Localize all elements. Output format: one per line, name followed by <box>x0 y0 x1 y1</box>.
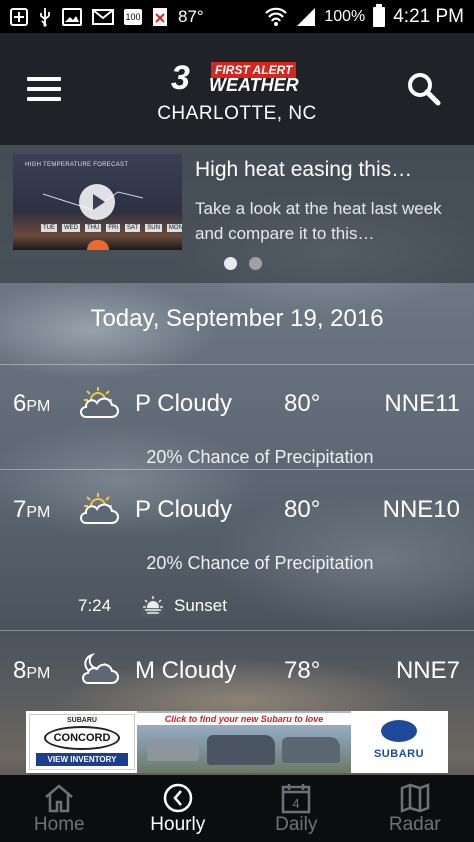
cloudy-moon-icon <box>82 653 119 684</box>
sunset-time: 7:24 <box>78 596 112 615</box>
thumbnail-day-label: TUE <box>41 224 57 232</box>
hour-row-7pm[interactable]: 7PM P Cloudy 80° NNE10 20% Chance of Pre… <box>0 469 474 631</box>
tab-home[interactable]: Home <box>0 775 119 842</box>
view-inventory-button[interactable]: VIEW INVENTORY <box>36 753 128 766</box>
thumbnail-days: TUE WED THU FRI SAT SUN MON <box>41 224 182 232</box>
dealer-logo: SUBARU CONCORD VIEW INVENTORY <box>29 714 135 770</box>
status-bar: 100 87° 100% 4:21 PM <box>0 0 474 33</box>
tab-hourly[interactable]: Hourly <box>119 775 238 842</box>
thumbnail-day-label: SAT <box>125 224 141 232</box>
wifi-icon <box>264 7 288 27</box>
carousel-dot[interactable] <box>249 257 262 270</box>
hour-row-8pm[interactable]: 8PM M Cloudy 78° NNE7 <box>0 630 474 711</box>
featured-story[interactable]: HIGH TEMPERATURE FORECAST TUE WED THU FRI SA… <box>0 145 474 283</box>
bottom-navigation: Home Hourly 4 Daily Radar <box>0 775 474 842</box>
thumbnail-day-label: MON <box>166 224 182 232</box>
thumbnail-day-label: SUN <box>145 224 162 232</box>
thumbnail-day-label: WED <box>62 224 80 232</box>
notification-count-icon: 100 <box>124 8 142 25</box>
mail-icon <box>92 8 114 25</box>
ad-car-photo: Click to find your new Subaru to love <box>137 711 351 773</box>
search-button[interactable] <box>406 71 442 107</box>
status-temperature: 87° <box>178 6 204 26</box>
subaru-star-icon <box>381 720 417 742</box>
temperature-text: 80° <box>284 496 321 523</box>
hour-label: 8PM <box>13 657 51 684</box>
precipitation-text: 20% Chance of Precipitation <box>146 553 374 573</box>
app-header: 3 FIRST ALERT WEATHER CHARLOTTE, NC <box>0 33 474 145</box>
missed-alert-icon <box>152 7 168 27</box>
partly-cloudy-sun-icon <box>80 387 119 418</box>
wind-text: NNE10 <box>382 496 460 523</box>
sunset-icon <box>142 596 164 617</box>
usb-icon <box>38 7 52 27</box>
date-heading: Today, September 19, 2016 <box>90 305 384 332</box>
condition-text: P Cloudy <box>135 390 232 417</box>
tab-radar[interactable]: Radar <box>356 775 474 842</box>
image-icon <box>62 7 82 26</box>
wind-text: NNE7 <box>395 657 460 684</box>
thumbnail-day-label: THU <box>85 224 102 232</box>
story-summary: Take a look at the heat last week and co… <box>195 199 442 243</box>
hour-row-6pm[interactable]: 6PM P Cloudy 80° NNE11 20% Chance of Pre… <box>0 364 474 470</box>
play-icon[interactable] <box>79 184 115 220</box>
temperature-text: 78° <box>284 657 321 684</box>
car-image <box>282 737 340 763</box>
car-image <box>147 739 199 761</box>
search-icon <box>408 73 441 106</box>
carousel-dot[interactable] <box>224 257 237 270</box>
svg-text:4: 4 <box>293 796 300 811</box>
logo-weather: WEATHER <box>209 75 299 95</box>
thumbnail-day-label: FRI <box>106 224 121 232</box>
menu-icon <box>27 77 61 81</box>
precipitation-text: 20% Chance of Precipitation <box>146 447 374 467</box>
wind-text: NNE11 <box>384 390 460 417</box>
calendar-icon: 4 <box>282 784 311 814</box>
logo-number: 3 <box>171 59 190 97</box>
clock-icon <box>163 783 192 813</box>
tab-daily[interactable]: 4 Daily <box>237 775 356 842</box>
partly-cloudy-sun-icon <box>80 493 119 524</box>
battery-icon <box>373 3 386 27</box>
menu-button[interactable] <box>27 77 61 101</box>
ad-banner[interactable]: SUBARU CONCORD VIEW INVENTORY Click to f… <box>26 711 448 773</box>
map-icon <box>400 783 429 813</box>
status-time: 4:21 PM <box>393 5 464 27</box>
story-title[interactable]: High heat easing this… <box>195 158 412 182</box>
subaru-logo: SUBARU <box>353 714 445 770</box>
hour-label: 7PM <box>13 496 51 523</box>
location-label: CHARLOTTE, NC <box>157 103 317 124</box>
ad-headline: Click to find your new Subaru to love <box>137 713 351 725</box>
condition-text: P Cloudy <box>135 496 232 523</box>
home-icon <box>45 784 74 813</box>
battery-percent: 100% <box>324 7 366 25</box>
sunset-label: Sunset <box>174 596 227 615</box>
condition-text: M Cloudy <box>135 657 237 684</box>
add-icon <box>10 7 28 26</box>
signal-icon <box>296 7 316 27</box>
temperature-text: 80° <box>284 390 321 417</box>
story-video-thumbnail[interactable]: HIGH TEMPERATURE FORECAST TUE WED THU FRI SA… <box>13 154 182 250</box>
carousel-dots <box>224 257 262 270</box>
car-image <box>207 735 275 765</box>
station-logo: 3 FIRST ALERT WEATHER <box>171 61 303 95</box>
hour-label: 6PM <box>13 390 51 417</box>
